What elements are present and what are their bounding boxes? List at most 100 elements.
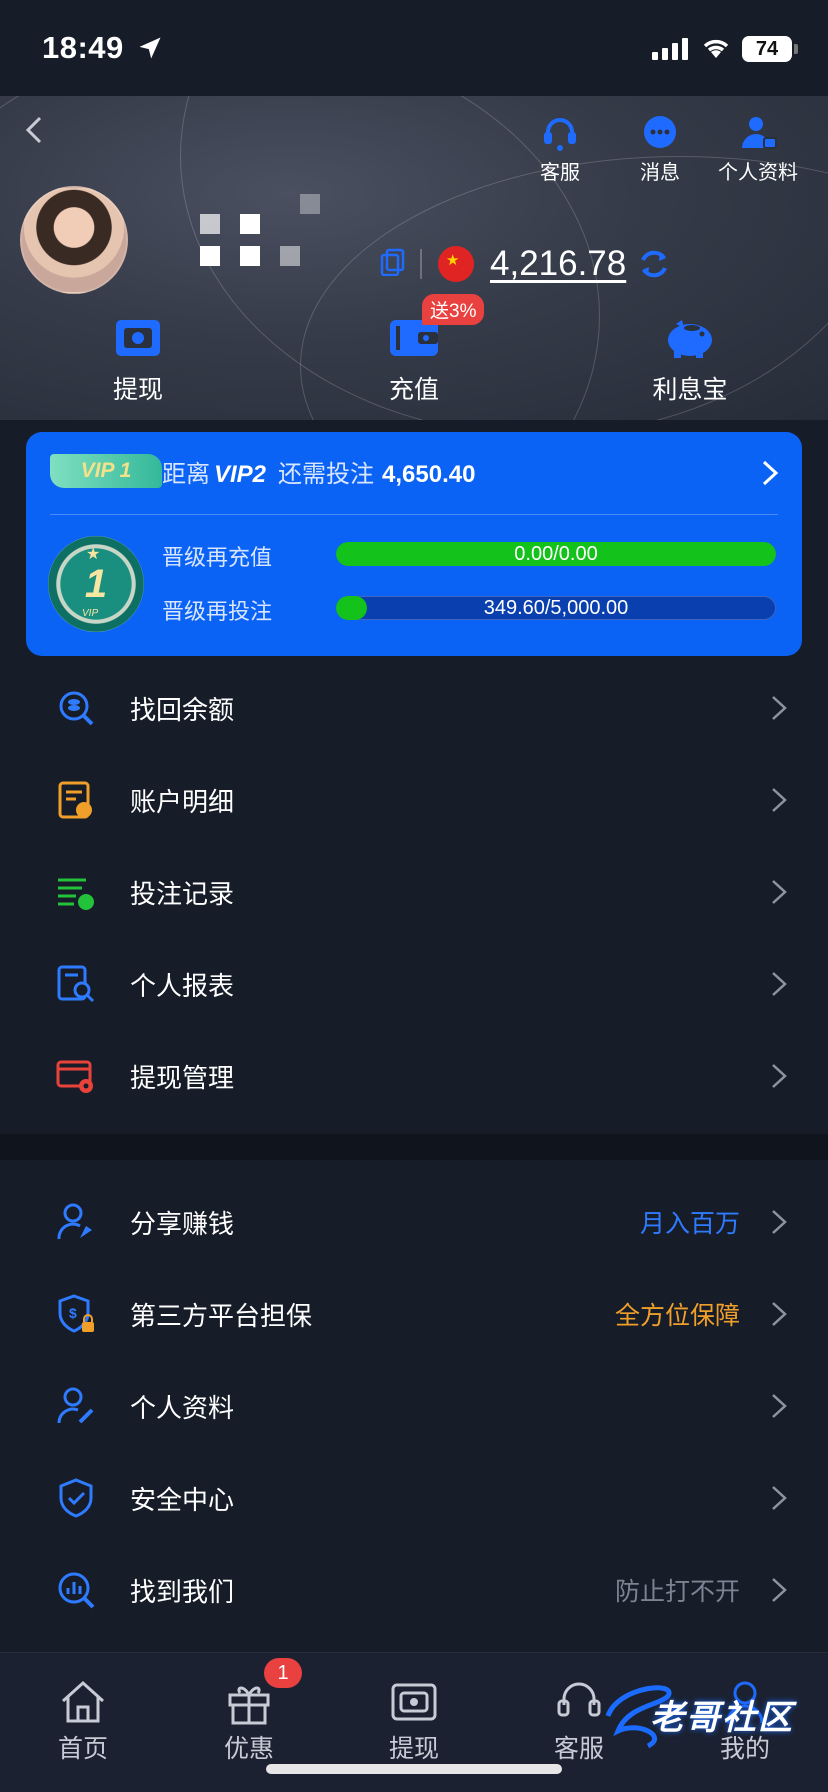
menu-item-personal-info[interactable]: 个人资料 [0, 1360, 828, 1452]
home-icon [61, 1680, 105, 1723]
medal-number: 1 [84, 562, 108, 606]
progress-text: 349.60/5,000.00 [483, 597, 629, 619]
vip-level-badge: VIP 1 [50, 454, 162, 488]
chevron-right-icon [772, 1210, 787, 1234]
home-indicator [266, 1764, 562, 1774]
promo-count-badge: 1 [264, 1658, 302, 1688]
menu-label: 找到我们 [130, 1576, 235, 1607]
menu-item-recover-balance[interactable]: 找回余额 [0, 662, 828, 754]
tab-label: 客服 [553, 1735, 604, 1763]
status-bar: 18:49 74 [0, 0, 828, 96]
progress-bar-deposit: 0.00/0.00 [336, 542, 776, 566]
progress-label-deposit: 晋级再充值 [162, 545, 273, 570]
shield-check-icon [59, 1478, 93, 1518]
battery-indicator: 74 [742, 36, 792, 62]
tab-label: 提现 [388, 1735, 439, 1763]
divider [50, 514, 778, 515]
watermark-text: 老哥社区 [650, 1699, 794, 1737]
gift-icon [228, 1686, 270, 1725]
menu-extra-text: 月入百万 [639, 1210, 740, 1238]
top-icon-label: 消息 [640, 162, 680, 184]
chevron-right-icon [762, 460, 779, 486]
menu-item-third-party-guarantee[interactable]: $ 第三方平台担保 全方位保障 [0, 1268, 828, 1360]
headset-icon [544, 118, 576, 151]
withdraw-icon [116, 320, 160, 356]
refresh-icon[interactable] [636, 246, 672, 282]
shield-dollar-icon: $ [58, 1294, 94, 1333]
top-customer-service[interactable]: 客服 [534, 114, 586, 185]
menu-item-security-center[interactable]: 安全中心 [0, 1452, 828, 1544]
chevron-right-icon [772, 1486, 787, 1510]
menu-group-2: 分享赚钱 月入百万 $ 第三方平台担保 全方位保障 个人资料 安全中心 找到我们… [0, 1176, 828, 1636]
menu-extra-text: 防止打不开 [614, 1578, 740, 1606]
menu-item-account-detail[interactable]: 账户明细 [0, 754, 828, 846]
chevron-right-icon [772, 1578, 787, 1602]
menu-label: 分享赚钱 [130, 1208, 235, 1239]
menu-label: 找回余额 [130, 694, 235, 725]
location-arrow-icon [139, 37, 161, 59]
user-edit-icon [57, 1387, 94, 1424]
search-coin-icon [59, 691, 94, 726]
withdraw-action[interactable]: 提现 [68, 316, 208, 406]
chevron-right-icon [772, 1394, 787, 1418]
interest-action[interactable]: 利息宝 [620, 316, 760, 406]
avatar[interactable] [20, 186, 128, 294]
menu-item-find-us[interactable]: 找到我们 防止打不开 [0, 1544, 828, 1636]
medal-star-icon: ★ [86, 546, 101, 563]
withdraw-tab-icon [391, 1683, 437, 1721]
balance-row: 4,216.78 [420, 244, 672, 284]
menu-item-withdraw-manage[interactable]: 提现管理 [0, 1030, 828, 1122]
menu-label: 第三方平台担保 [130, 1300, 313, 1331]
action-label: 充值 [388, 376, 439, 404]
chevron-right-icon [772, 788, 787, 812]
chevron-right-icon [772, 696, 787, 720]
bet-record-icon [58, 878, 94, 910]
menu-extra-text: 全方位保障 [614, 1302, 740, 1330]
progress-label-bet: 晋级再投注 [162, 599, 273, 624]
separator [420, 249, 422, 279]
menu-item-bet-record[interactable]: 投注记录 [0, 846, 828, 938]
withdraw-manage-icon [56, 1060, 93, 1093]
top-messages[interactable]: 消息 [634, 114, 686, 185]
tab-promotions[interactable]: 优惠 [194, 1679, 304, 1765]
wifi-icon [703, 39, 729, 58]
vip-distance-prefix: 距离 [162, 461, 210, 488]
menu-label: 账户明细 [130, 786, 235, 817]
top-profile[interactable]: 个人资料 [716, 114, 800, 185]
headset-tab-icon [557, 1682, 601, 1717]
menu-label: 个人报表 [130, 970, 235, 1001]
action-label: 提现 [112, 376, 163, 404]
deposit-action[interactable]: 充值 [344, 316, 484, 406]
chevron-right-icon [772, 1302, 787, 1326]
username-pixelated [180, 194, 380, 282]
chevron-right-icon [772, 880, 787, 904]
find-us-icon [58, 1572, 95, 1609]
balance-amount[interactable]: 4,216.78 [490, 244, 626, 284]
account-detail-icon [58, 781, 92, 819]
copy-icon[interactable] [380, 248, 406, 276]
tab-withdraw[interactable]: 提现 [359, 1679, 469, 1765]
section-divider [0, 1134, 828, 1160]
medal-text: VIP [82, 608, 99, 619]
back-chevron-icon[interactable] [14, 110, 54, 150]
profile-header: 客服 消息 个人资料 4,216.78 提现 充值 送3% 利息宝 [0, 96, 828, 420]
china-flag-icon [438, 246, 474, 282]
top-icon-label: 个人资料 [718, 162, 798, 184]
menu-item-share-earn[interactable]: 分享赚钱 月入百万 [0, 1176, 828, 1268]
progress-text: 0.00/0.00 [514, 543, 598, 565]
menu-label: 个人资料 [130, 1392, 235, 1423]
chevron-right-icon [772, 1064, 787, 1088]
svg-text:$: $ [69, 1305, 77, 1321]
top-icon-label: 客服 [540, 162, 580, 184]
status-time: 18:49 [42, 30, 124, 65]
piggy-bank-icon [668, 320, 712, 358]
message-icon [644, 116, 676, 148]
menu-label: 安全中心 [130, 1484, 235, 1515]
menu-item-personal-report[interactable]: 个人报表 [0, 938, 828, 1030]
signal-icon [652, 38, 688, 60]
vip-card[interactable]: VIP 1 距离 VIP2 还需投注 4,650.40 ★ 1 VIP 晋级再充值 0… [26, 432, 802, 656]
tab-home[interactable]: 首页 [28, 1679, 138, 1765]
chevron-right-icon [772, 972, 787, 996]
report-icon [57, 965, 95, 1003]
profile-icon [742, 117, 777, 149]
